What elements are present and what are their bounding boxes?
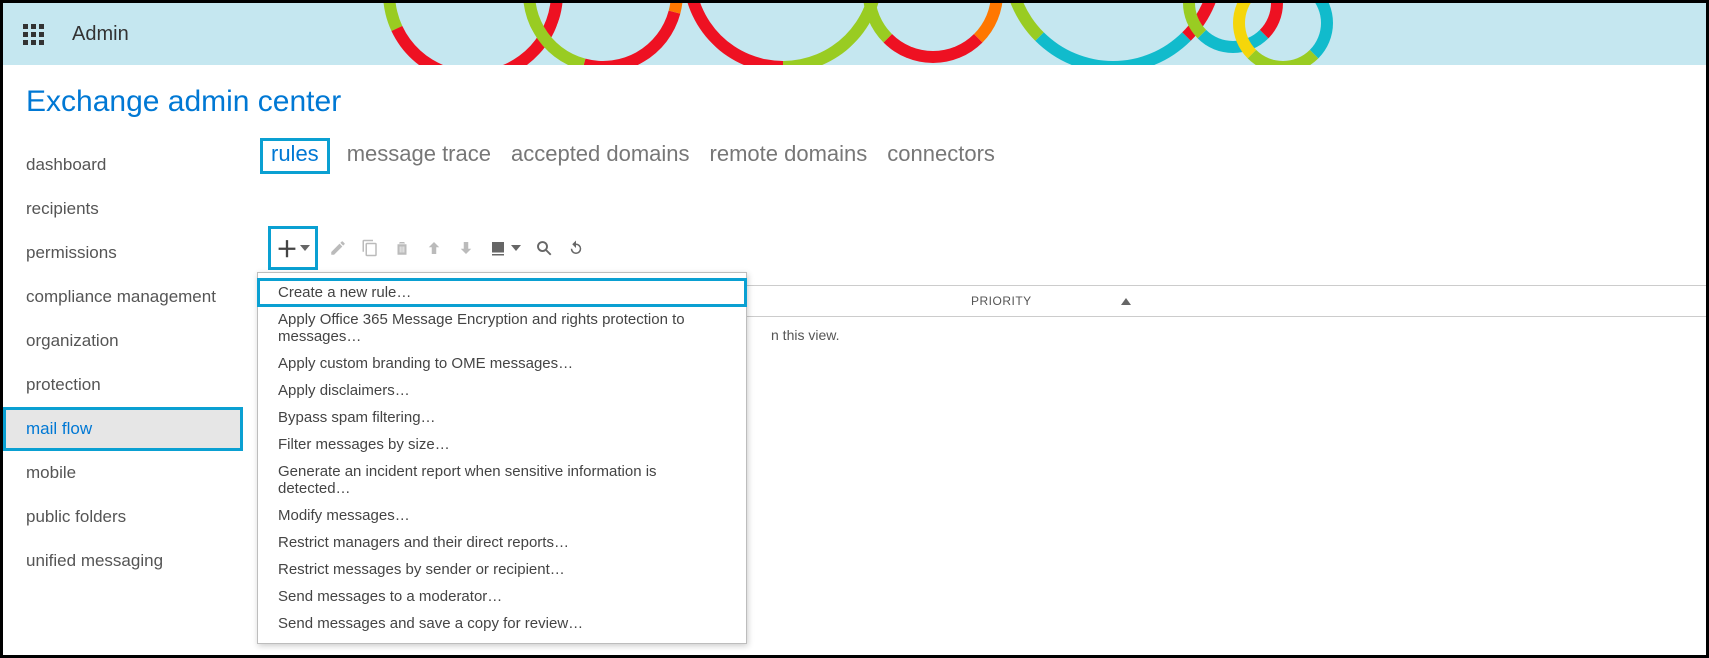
column-priority[interactable]: PRIORITY [971,294,1141,308]
app-launcher-icon[interactable] [23,24,44,45]
refresh-button[interactable] [567,239,585,257]
search-button[interactable] [535,239,553,257]
sidebar-item-recipients[interactable]: recipients [3,187,243,231]
sidebar-item-unified-messaging[interactable]: unified messaging [3,539,243,583]
chevron-down-icon [511,245,521,251]
sidebar-item-mobile[interactable]: mobile [3,451,243,495]
chevron-down-icon [300,245,310,251]
export-icon [489,239,507,257]
dd-filter-by-size[interactable]: Filter messages by size… [258,431,746,458]
sidebar-item-protection[interactable]: protection [3,363,243,407]
sort-asc-icon [1121,298,1131,305]
new-rule-button[interactable]: ＋ [271,229,315,267]
export-button[interactable] [489,239,521,257]
sidebar-item-organization[interactable]: organization [3,319,243,363]
column-label: PRIORITY [971,294,1032,308]
dd-incident-report[interactable]: Generate an incident report when sensiti… [258,458,746,502]
dd-modify-messages[interactable]: Modify messages… [258,502,746,529]
admin-label: Admin [72,23,129,46]
dd-send-save-copy[interactable]: Send messages and save a copy for review… [258,610,746,637]
page-title: Exchange admin center [3,65,1706,137]
move-down-button[interactable] [457,239,475,257]
pencil-icon [329,239,347,257]
sidebar-item-compliance[interactable]: compliance management [3,275,243,319]
tab-rules[interactable]: rules [263,141,327,171]
dd-create-new-rule[interactable]: Create a new rule… [258,279,746,306]
dd-restrict-managers[interactable]: Restrict managers and their direct repor… [258,529,746,556]
tabs: rules message trace accepted domains rem… [271,141,1706,171]
tab-connectors[interactable]: connectors [887,141,995,167]
main-content: rules message trace accepted domains rem… [243,137,1706,583]
plus-icon: ＋ [276,232,298,264]
toolbar: ＋ [271,229,1706,267]
tab-remote-domains[interactable]: remote domains [710,141,868,167]
refresh-icon [567,239,585,257]
sidebar-item-permissions[interactable]: permissions [3,231,243,275]
copy-icon [361,239,379,257]
tab-accepted-domains[interactable]: accepted domains [511,141,690,167]
dd-apply-encryption[interactable]: Apply Office 365 Message Encryption and … [258,306,746,350]
arrow-up-icon [425,239,443,257]
sidebar-item-dashboard[interactable]: dashboard [3,143,243,187]
decorative-arc [863,3,1003,63]
search-icon [535,239,553,257]
delete-button[interactable] [393,239,411,257]
sidebar-item-public-folders[interactable]: public folders [3,495,243,539]
edit-button[interactable] [329,239,347,257]
dd-apply-disclaimers[interactable]: Apply disclaimers… [258,377,746,404]
decorative-arc [1233,3,1333,65]
dd-apply-branding[interactable]: Apply custom branding to OME messages… [258,350,746,377]
sidebar-item-mail-flow[interactable]: mail flow [3,407,243,451]
top-bar: Admin [3,3,1706,65]
copy-button[interactable] [361,239,379,257]
empty-state-text: n this view. [771,327,1706,343]
sidebar: dashboard recipients permissions complia… [3,137,243,583]
trash-icon [393,239,411,257]
dd-send-to-moderator[interactable]: Send messages to a moderator… [258,583,746,610]
dd-restrict-sender-recipient[interactable]: Restrict messages by sender or recipient… [258,556,746,583]
tab-message-trace[interactable]: message trace [347,141,491,167]
dd-bypass-spam[interactable]: Bypass spam filtering… [258,404,746,431]
move-up-button[interactable] [425,239,443,257]
arrow-down-icon [457,239,475,257]
new-rule-dropdown: Create a new rule… Apply Office 365 Mess… [257,272,747,644]
